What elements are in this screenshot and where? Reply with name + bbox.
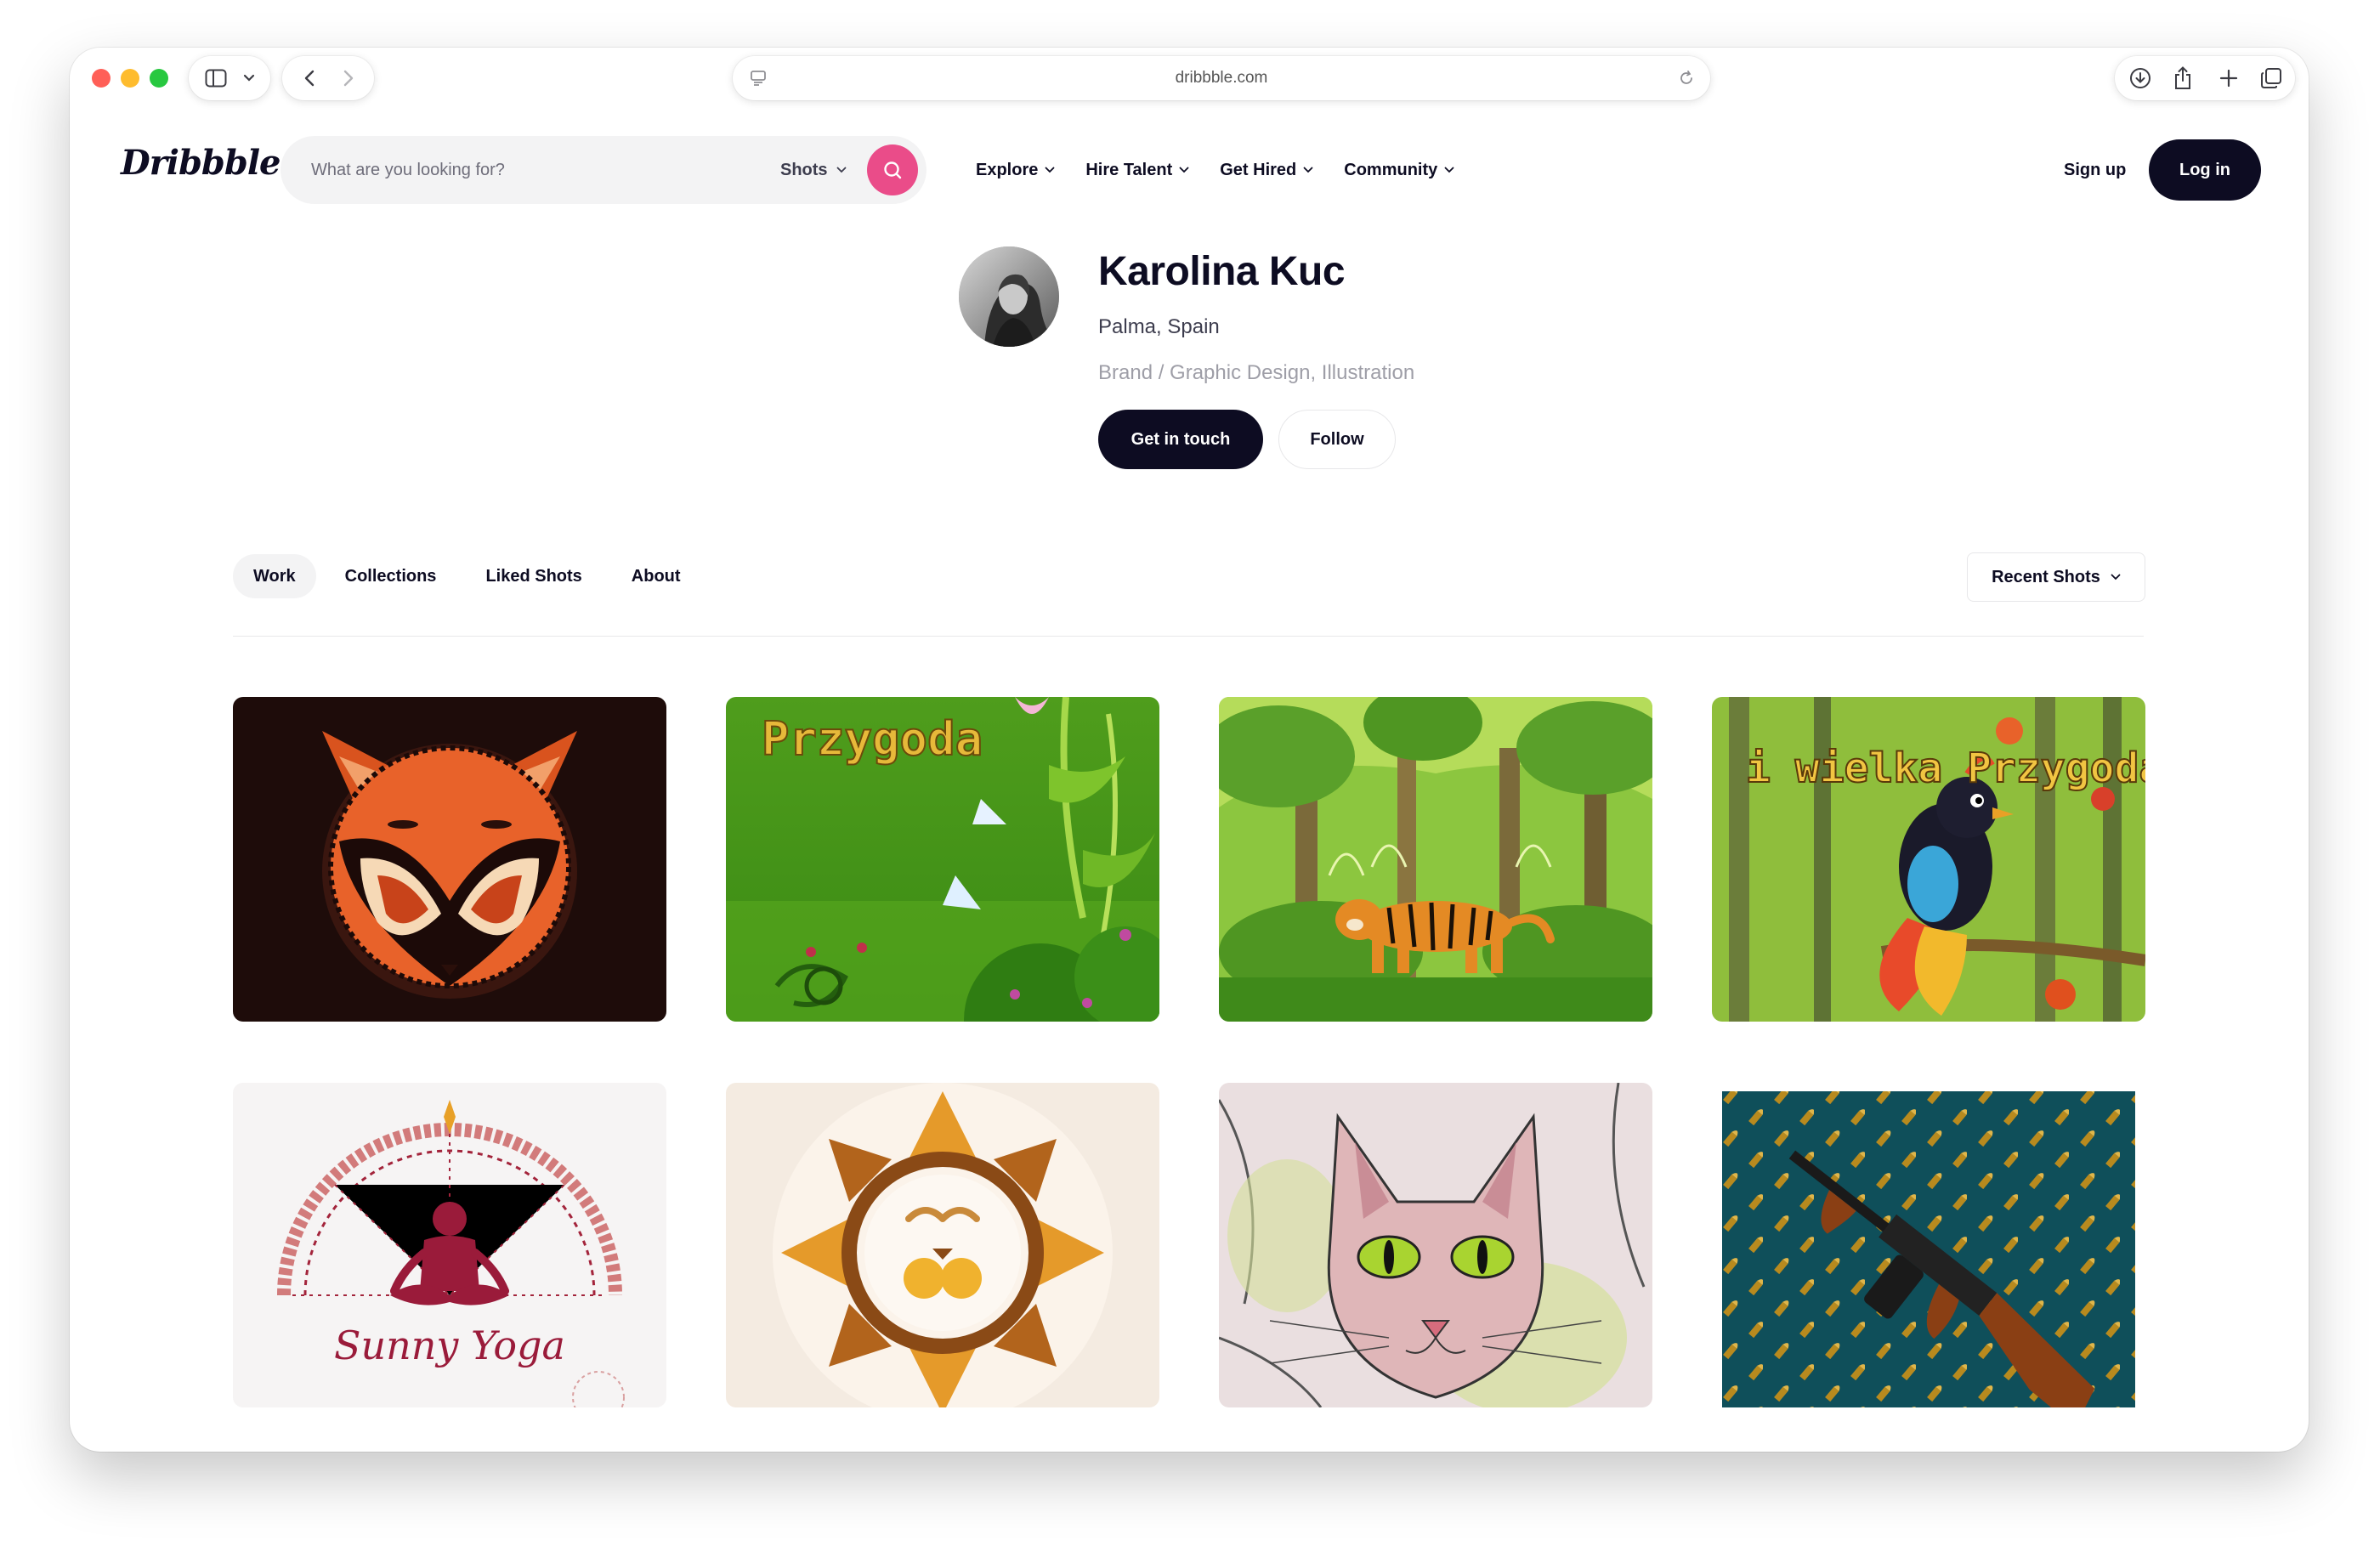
shot-card-fox[interactable] <box>233 697 666 1022</box>
reload-icon[interactable] <box>1669 56 1703 100</box>
search-scope-dropdown[interactable]: Shots <box>780 136 847 204</box>
chevron-down-icon <box>836 167 846 173</box>
shot-thumbnail <box>1712 1083 2145 1407</box>
follow-button[interactable]: Follow <box>1278 410 1396 469</box>
tab-collections[interactable]: Collections <box>325 554 457 598</box>
shot-thumbnail: Sunny Yoga <box>233 1083 666 1407</box>
shot-card-sphynx-cat[interactable] <box>1219 1083 1652 1407</box>
log-in-button[interactable]: Log in <box>2149 139 2261 201</box>
address-bar[interactable]: dribbble.com <box>733 56 1710 100</box>
nav-get-hired-label: Get Hired <box>1220 160 1297 179</box>
chevron-down-icon <box>1444 167 1454 173</box>
shot-card-bird[interactable]: i wielka Przygoda <box>1712 697 2145 1022</box>
shot-card-tommy-gun[interactable] <box>1712 1083 2145 1407</box>
chevron-down-icon <box>2111 574 2121 580</box>
shot-caption: i wielka Przygoda <box>1746 745 2145 792</box>
nav-community[interactable]: Community <box>1344 161 1454 180</box>
sort-label: Recent Shots <box>1992 567 2100 586</box>
zoom-window-button[interactable] <box>150 69 168 88</box>
nav-hire-talent-label: Hire Talent <box>1085 160 1173 179</box>
nav-explore[interactable]: Explore <box>976 161 1055 180</box>
tabs-divider <box>233 636 2144 637</box>
profile-name: Karolina Kuc <box>1098 249 1346 294</box>
shot-card-przygoda[interactable]: Przygoda <box>726 697 1159 1022</box>
search-scope-label: Shots <box>780 160 828 179</box>
profile-tabs: Work Collections Liked Shots About <box>233 554 701 598</box>
sidebar-icon[interactable] <box>201 56 231 100</box>
new-tab-icon[interactable] <box>2210 56 2247 100</box>
chevron-down-icon <box>1045 167 1055 173</box>
forward-icon[interactable] <box>332 56 366 100</box>
search-input[interactable] <box>311 136 736 204</box>
avatar[interactable] <box>959 246 1059 347</box>
search-bar: Shots <box>280 136 926 204</box>
shot-thumbnail: i wielka Przygoda <box>1712 697 2145 1022</box>
chevron-down-icon <box>1303 167 1313 173</box>
shot-thumbnail <box>726 1083 1159 1407</box>
minimize-window-button[interactable] <box>121 69 139 88</box>
nav-get-hired[interactable]: Get Hired <box>1220 161 1313 180</box>
history-nav-group <box>282 56 374 100</box>
profile-location: Palma, Spain <box>1098 315 1220 338</box>
url-text[interactable]: dribbble.com <box>733 56 1710 100</box>
search-button[interactable] <box>867 144 918 195</box>
shot-card-sunny-yoga[interactable]: Sunny Yoga <box>233 1083 666 1407</box>
shot-thumbnail <box>1219 697 1652 1022</box>
search-icon <box>884 161 902 179</box>
shot-caption: Sunny Yoga <box>334 1322 565 1368</box>
sign-up-link[interactable]: Sign up <box>2064 136 2126 204</box>
tab-work[interactable]: Work <box>233 554 316 598</box>
nav-explore-label: Explore <box>976 160 1039 179</box>
shot-thumbnail <box>1219 1083 1652 1407</box>
sort-dropdown[interactable]: Recent Shots <box>1967 552 2145 602</box>
tab-liked-shots[interactable]: Liked Shots <box>465 554 602 598</box>
chevron-down-icon <box>1179 167 1189 173</box>
get-in-touch-button[interactable]: Get in touch <box>1098 410 1263 469</box>
download-icon[interactable] <box>2122 56 2159 100</box>
nav-community-label: Community <box>1344 160 1438 179</box>
tabs-overview-icon[interactable] <box>2252 56 2290 100</box>
shot-card-tiger[interactable] <box>1219 697 1652 1022</box>
browser-toolbar: dribbble.com <box>70 48 2309 112</box>
shot-thumbnail <box>233 697 666 1022</box>
sidebar-toggle-group[interactable] <box>189 56 270 100</box>
close-window-button[interactable] <box>92 69 110 88</box>
main-nav: Explore Hire Talent Get Hired Community <box>976 136 1454 204</box>
browser-actions-group <box>2115 56 2295 100</box>
shot-card-sun-mandala[interactable] <box>726 1083 1159 1407</box>
back-icon[interactable] <box>292 56 326 100</box>
shot-thumbnail: Przygoda <box>726 697 1159 1022</box>
tab-about[interactable]: About <box>611 554 701 598</box>
profile-skills: Brand / Graphic Design, Illustration <box>1098 361 1415 384</box>
browser-window: dribbble.com Dribbble Shots <box>70 48 2309 1452</box>
share-icon[interactable] <box>2164 56 2202 100</box>
nav-hire-talent[interactable]: Hire Talent <box>1085 161 1189 180</box>
shot-caption: Przygoda <box>762 712 983 766</box>
dribbble-logo[interactable]: Dribbble <box>121 143 281 183</box>
chevron-down-icon[interactable] <box>236 56 262 100</box>
